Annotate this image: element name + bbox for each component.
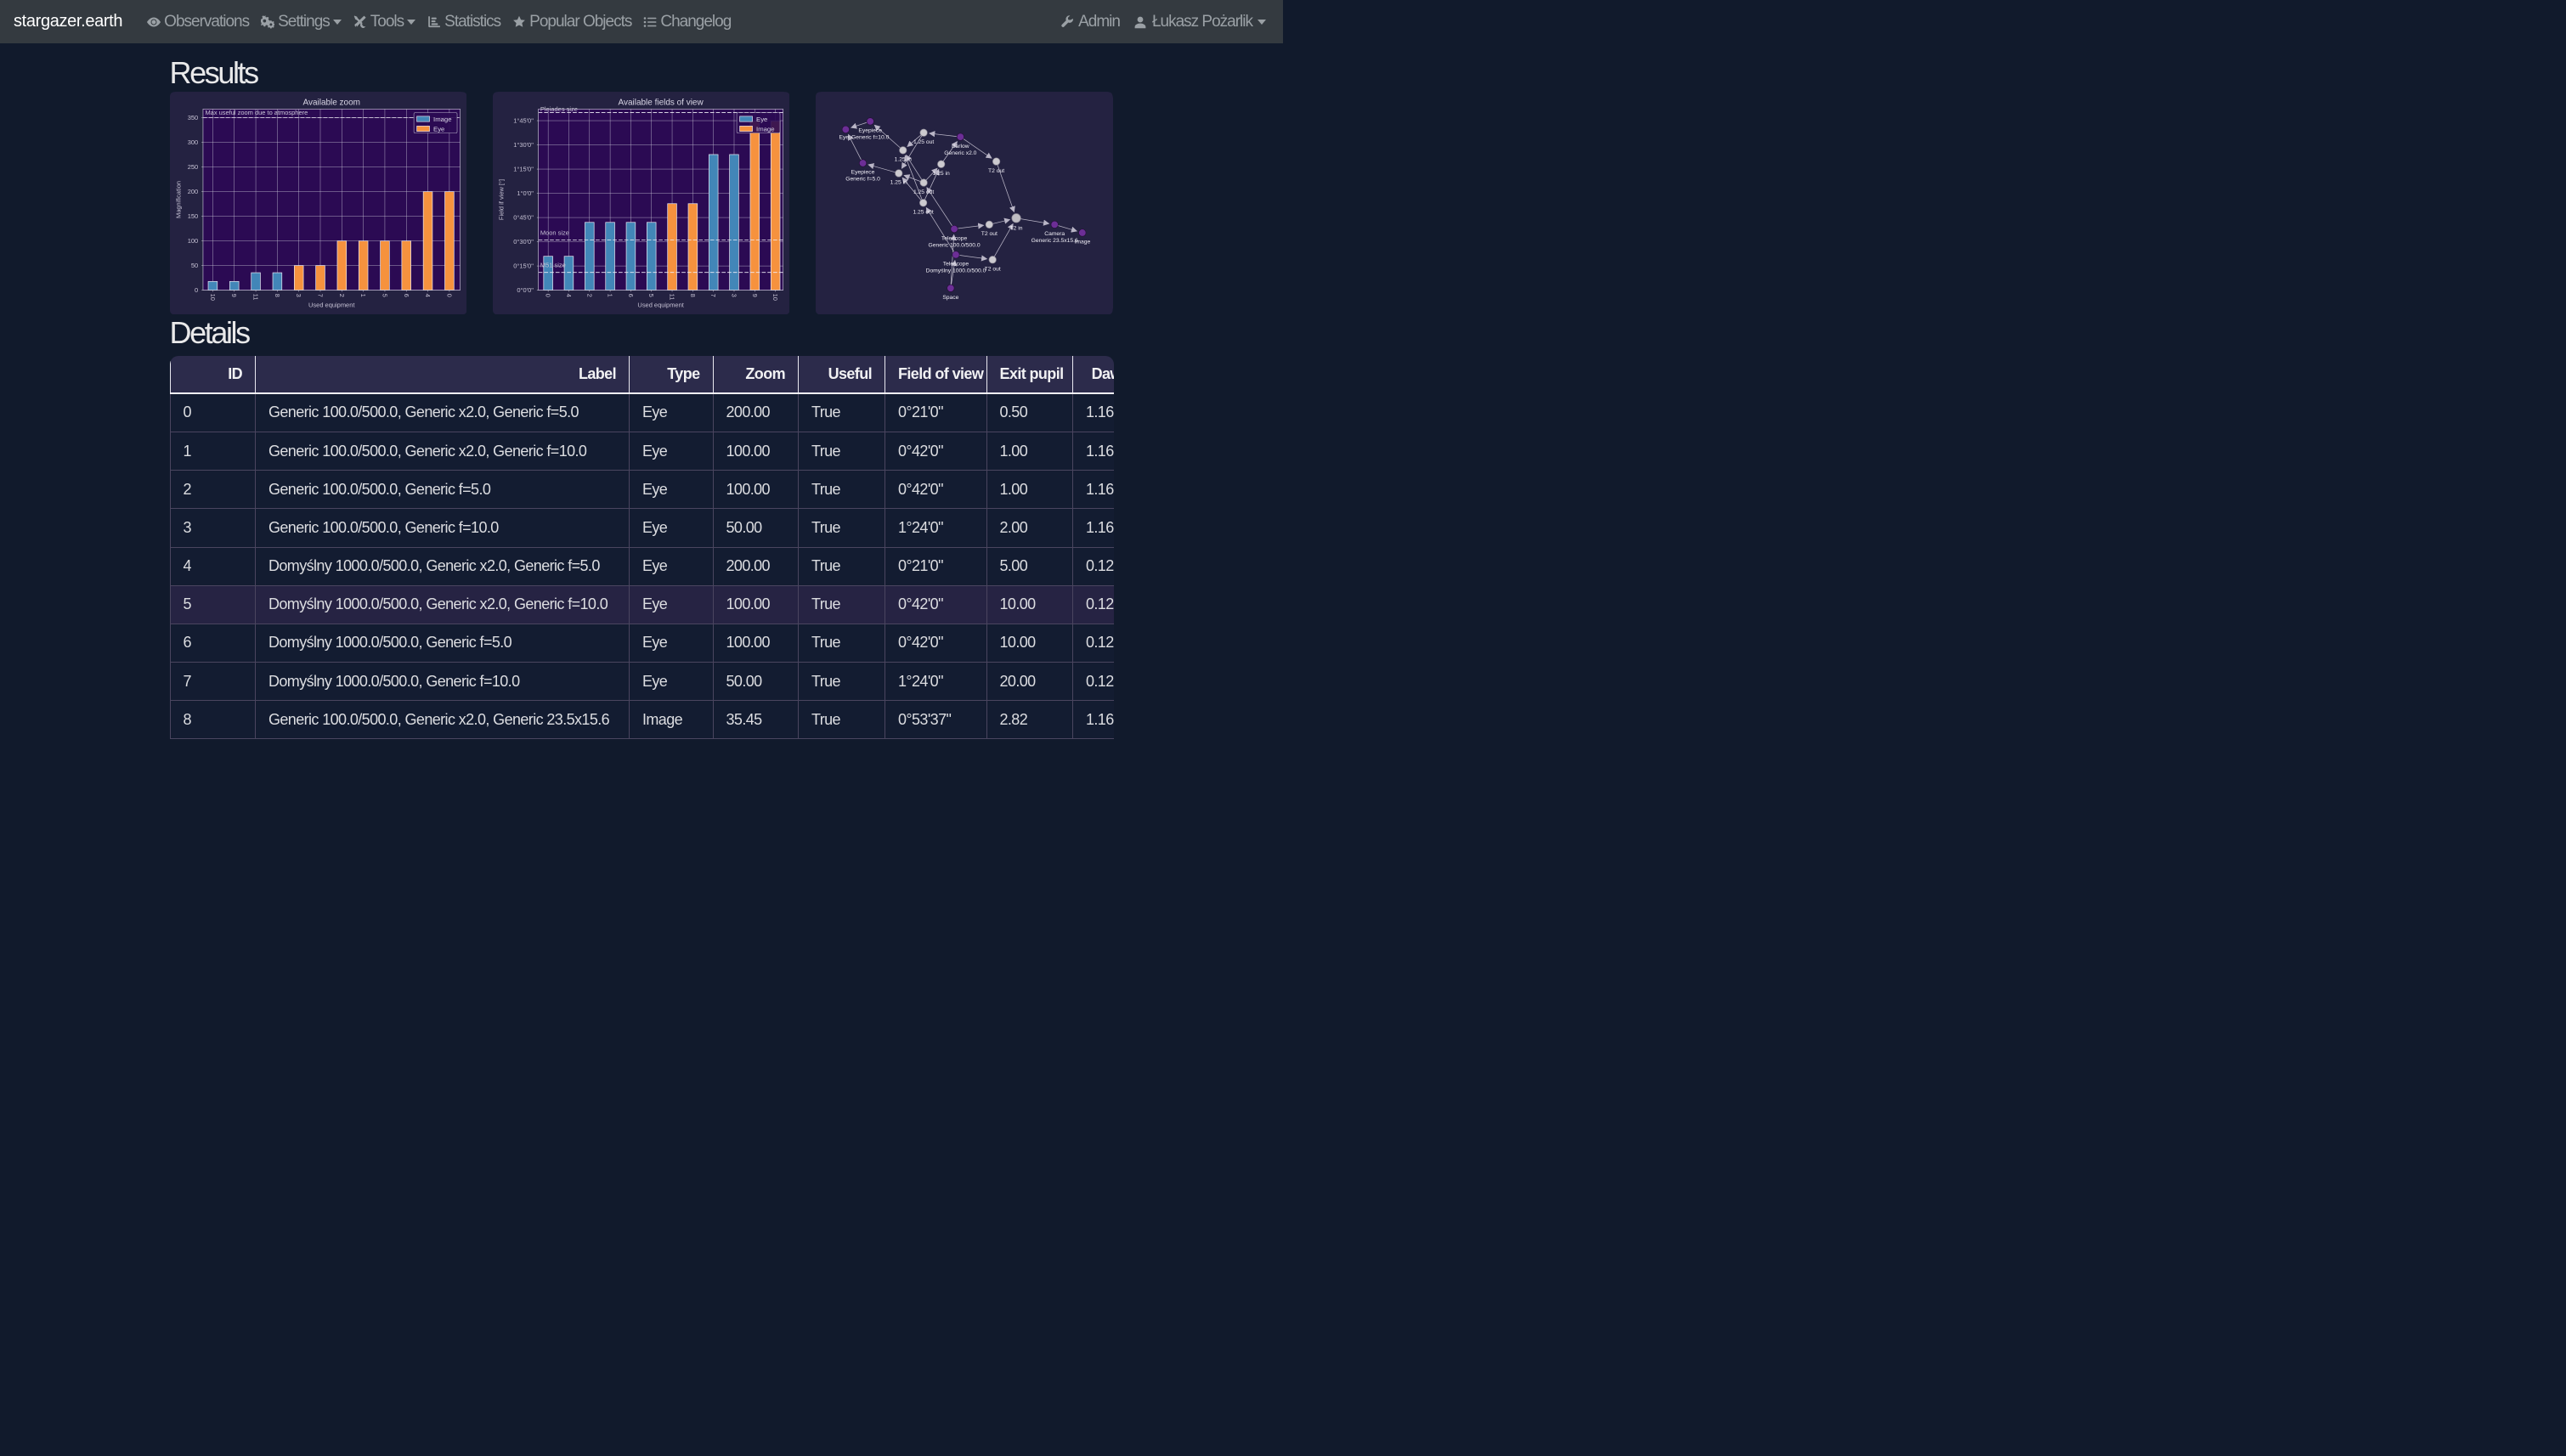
- svg-text:Telescope: Telescope: [943, 261, 969, 267]
- svg-text:100: 100: [187, 237, 197, 245]
- svg-text:T2 out: T2 out: [988, 167, 1004, 173]
- svg-text:Moon size: Moon size: [540, 229, 569, 236]
- svg-text:Eye: Eye: [756, 115, 767, 122]
- svg-text:8: 8: [273, 293, 280, 296]
- svg-text:6: 6: [402, 293, 410, 296]
- svg-text:Generic 100.0/500.0: Generic 100.0/500.0: [929, 242, 981, 248]
- svg-text:1°0'0": 1°0'0": [517, 189, 534, 197]
- svg-text:Eye: Eye: [839, 134, 850, 140]
- svg-text:6: 6: [627, 293, 635, 296]
- svg-text:1°30'0": 1°30'0": [513, 141, 534, 149]
- svg-text:11: 11: [668, 293, 675, 300]
- svg-text:300: 300: [187, 138, 197, 146]
- svg-text:1.25 out: 1.25 out: [913, 209, 934, 215]
- svg-text:250: 250: [187, 163, 197, 171]
- svg-text:5: 5: [381, 293, 388, 296]
- svg-text:1.25 in: 1.25 in: [933, 171, 950, 177]
- svg-text:1°45'0": 1°45'0": [513, 116, 534, 124]
- svg-text:8: 8: [689, 293, 697, 296]
- svg-text:7: 7: [316, 293, 324, 296]
- svg-text:1.25 in: 1.25 in: [890, 179, 907, 185]
- svg-text:0: 0: [195, 286, 198, 294]
- svg-text:Eye: Eye: [433, 125, 444, 133]
- svg-text:9: 9: [230, 293, 238, 296]
- svg-text:0°30'0": 0°30'0": [513, 238, 534, 245]
- svg-text:Available fields of view: Available fields of view: [618, 98, 704, 107]
- svg-text:9: 9: [751, 293, 759, 296]
- svg-text:T2 out: T2 out: [985, 266, 1001, 272]
- svg-text:Image: Image: [1075, 239, 1091, 245]
- svg-text:Generic x2.0: Generic x2.0: [944, 150, 976, 156]
- svg-text:150: 150: [187, 212, 197, 220]
- svg-text:Barlow: Barlow: [952, 144, 969, 150]
- svg-text:1: 1: [359, 293, 367, 296]
- svg-text:0°15'0": 0°15'0": [513, 262, 534, 269]
- svg-text:2: 2: [585, 293, 593, 296]
- svg-text:Used equipment: Used equipment: [637, 301, 684, 308]
- svg-text:0: 0: [544, 293, 551, 296]
- svg-text:1.25 in: 1.25 in: [895, 156, 912, 162]
- svg-text:Eyepiece: Eyepiece: [858, 127, 882, 133]
- svg-text:Generic f=10.0: Generic f=10.0: [851, 134, 890, 140]
- svg-text:10: 10: [771, 293, 779, 300]
- svg-text:10: 10: [208, 293, 216, 300]
- svg-text:Camera: Camera: [1044, 231, 1065, 237]
- svg-text:1°15'0": 1°15'0": [513, 165, 534, 172]
- svg-text:0°0'0": 0°0'0": [517, 286, 534, 294]
- svg-text:T2 out: T2 out: [981, 231, 998, 237]
- svg-text:Telescope: Telescope: [941, 235, 968, 241]
- svg-text:50: 50: [190, 262, 197, 269]
- svg-text:Image: Image: [433, 115, 451, 122]
- svg-text:11: 11: [252, 293, 259, 300]
- svg-text:1: 1: [606, 293, 613, 296]
- svg-text:Max useful zoom due to atmosph: Max useful zoom due to atmosphere: [205, 109, 308, 116]
- svg-text:1.25 out: 1.25 out: [913, 139, 934, 145]
- svg-text:Available zoom: Available zoom: [302, 98, 359, 107]
- svg-text:1.25 out: 1.25 out: [913, 189, 934, 195]
- svg-text:Magnification: Magnification: [174, 181, 182, 218]
- svg-text:0°45'0": 0°45'0": [513, 213, 534, 221]
- svg-text:M51 size: M51 size: [540, 261, 566, 268]
- svg-text:0: 0: [445, 293, 453, 296]
- svg-text:Image: Image: [756, 125, 774, 133]
- svg-text:7: 7: [709, 293, 717, 296]
- svg-text:Eyepiece: Eyepiece: [851, 169, 875, 175]
- svg-text:Field if view [°]: Field if view [°]: [497, 179, 505, 220]
- svg-text:2: 2: [337, 293, 345, 296]
- svg-text:T2 in: T2 in: [1010, 225, 1023, 231]
- svg-text:Used equipment: Used equipment: [308, 301, 355, 308]
- svg-text:200: 200: [187, 188, 197, 195]
- svg-text:Domyślny 1000.0/500.0: Domyślny 1000.0/500.0: [926, 268, 986, 274]
- svg-text:5: 5: [647, 293, 655, 296]
- svg-text:3: 3: [730, 293, 738, 296]
- svg-text:3: 3: [295, 293, 302, 296]
- svg-text:Generic 23.5x15.6: Generic 23.5x15.6: [1031, 238, 1078, 244]
- svg-text:Generic f=5.0: Generic f=5.0: [845, 176, 880, 182]
- svg-text:Space: Space: [942, 295, 958, 301]
- svg-text:4: 4: [565, 293, 573, 296]
- svg-text:350: 350: [187, 114, 197, 121]
- svg-text:4: 4: [424, 293, 432, 296]
